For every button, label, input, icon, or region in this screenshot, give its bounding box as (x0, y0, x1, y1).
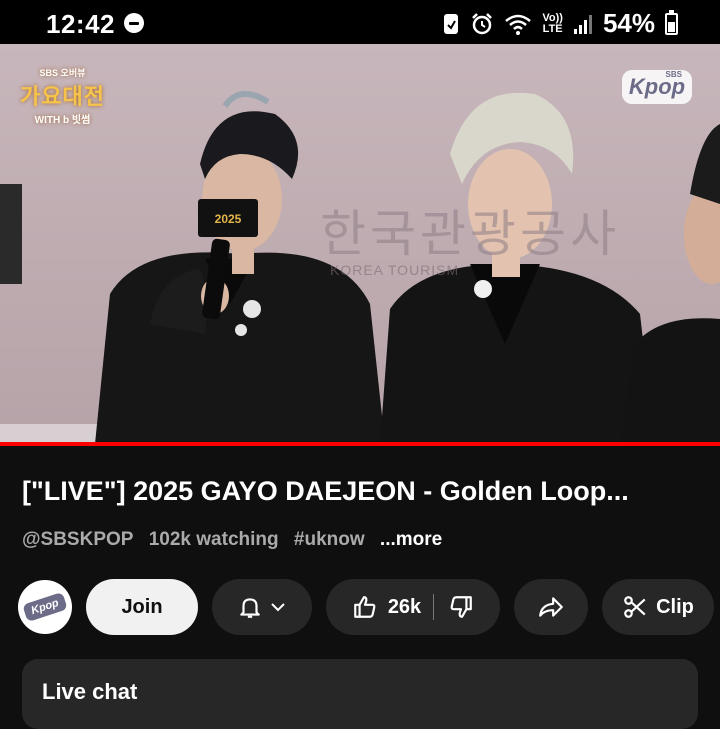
wifi-icon (505, 14, 532, 35)
backdrop-english-text: KOREA TOURISM (330, 262, 460, 278)
live-chat-title: Live chat (42, 679, 138, 704)
sbs-kpop-logo: SBS Kpop (622, 70, 692, 104)
thumbs-down-icon (450, 596, 473, 618)
share-button[interactable] (514, 579, 588, 635)
mic-flag-text: 2025 (215, 212, 242, 226)
video-player[interactable]: 2025 한국관광공사 KOREA TOURISM SBS 오버뷰 가요대전 W… (0, 44, 720, 444)
like-dislike-group: 26k (326, 579, 500, 635)
live-chat-panel[interactable]: Live chat (22, 659, 698, 729)
thumbs-up-icon (353, 596, 376, 618)
battery-icon (665, 9, 678, 35)
battery-percent: 54% (602, 8, 655, 38)
clock-time: 12:42 (46, 9, 115, 39)
hashtag-link[interactable]: #uknow (294, 529, 365, 550)
clip-label: Clip (656, 595, 694, 618)
gayo-daejeon-logo: SBS 오버뷰 가요대전 WITH b 빗썸 (20, 68, 105, 126)
signal-icon (573, 14, 592, 34)
join-button[interactable]: Join (86, 579, 198, 635)
backdrop-korean-text: 한국관광공사 (320, 205, 620, 263)
avatar-logo-text: Kpop (22, 591, 68, 623)
bell-icon (240, 598, 260, 618)
volte-indicator: Vo)) LTE (542, 11, 563, 35)
video-title[interactable]: ["LIVE"] 2025 GAYO DAEJEON - Golden Loop… (22, 476, 702, 507)
more-link[interactable]: ...more (380, 529, 442, 550)
channel-handle[interactable]: @SBSKPOP (22, 529, 133, 550)
scissors-icon (624, 596, 646, 618)
like-count: 26k (387, 595, 422, 618)
clip-button[interactable]: Clip (602, 579, 714, 635)
progress-fill (0, 442, 720, 446)
do-not-disturb-icon (124, 13, 144, 33)
action-row: Kpop Join 26k Clip (18, 579, 714, 635)
channel-avatar[interactable]: Kpop (18, 580, 72, 634)
share-arrow-icon (539, 597, 563, 617)
like-button[interactable]: 26k (332, 594, 433, 620)
dislike-button[interactable] (434, 594, 494, 620)
watching-count: 102k watching (148, 529, 279, 550)
alarm-icon (472, 12, 493, 34)
video-progress-bar[interactable] (0, 442, 720, 446)
status-bar: 12:42 Vo)) LTE 54% (0, 0, 720, 44)
security-icon (444, 13, 459, 34)
chevron-down-icon (271, 603, 285, 612)
notifications-button[interactable] (212, 579, 312, 635)
video-meta[interactable]: @SBSKPOP 102k watching #uknow ...more (22, 529, 452, 551)
status-icons: Vo)) LTE 54% (442, 8, 678, 39)
